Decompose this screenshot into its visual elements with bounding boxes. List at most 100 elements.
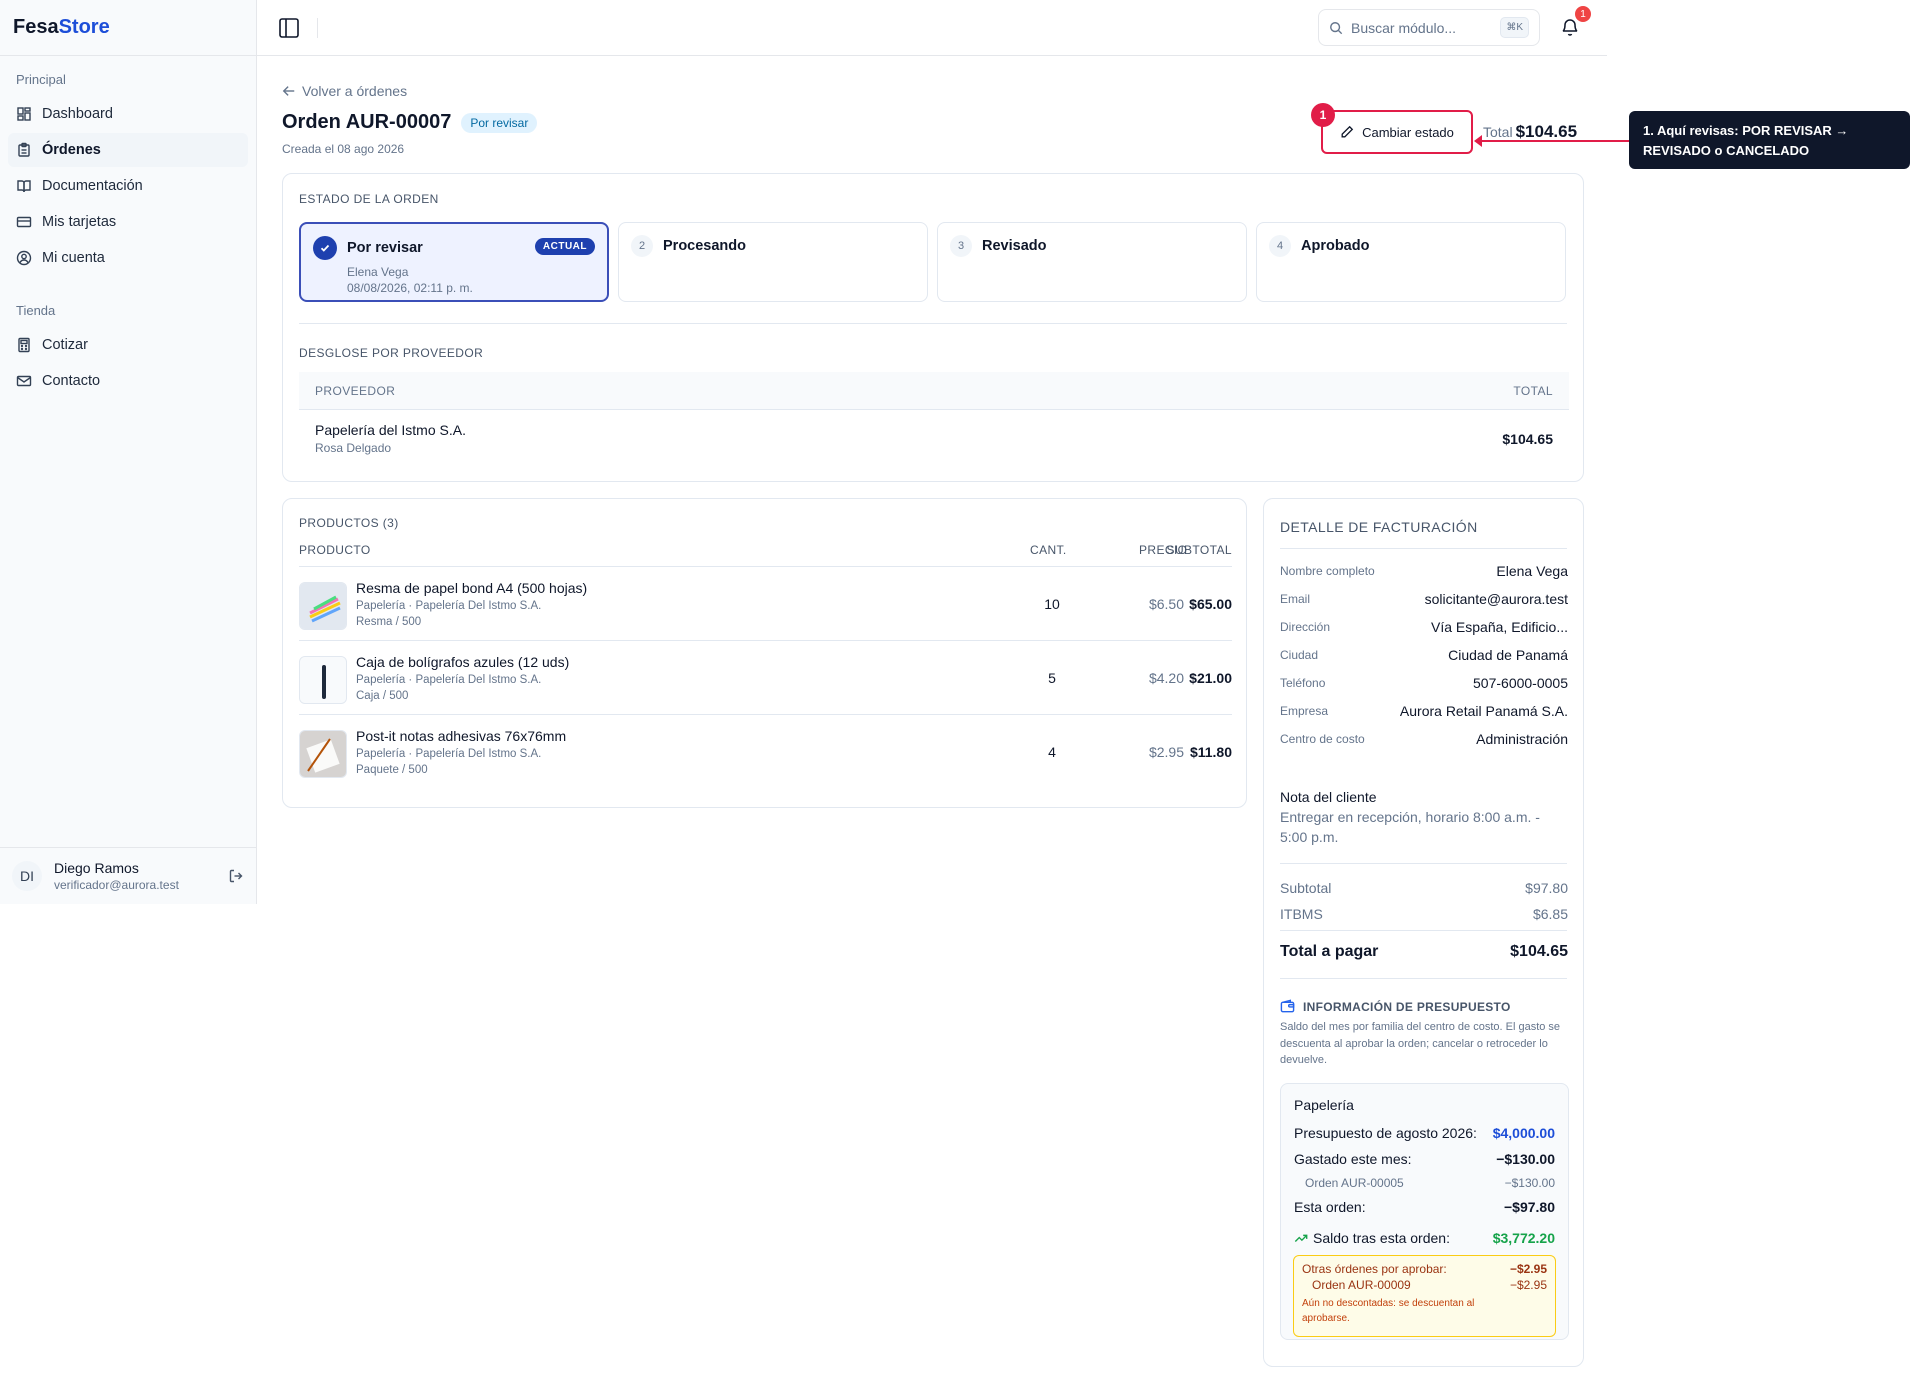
budget-title-text: INFORMACIÓN DE PRESUPUESTO (1303, 999, 1511, 1014)
field-value: 507-6000-0005 (1473, 675, 1568, 691)
callout-arrow-icon (1474, 135, 1482, 147)
column-header-subtotal: SUBTOTAL (1166, 543, 1232, 557)
this-order-label: Esta orden: (1294, 1199, 1366, 1215)
section-divider (1280, 548, 1567, 549)
provider-section-label: DESGLOSE POR PROVEEDOR (299, 346, 484, 360)
budget-spent-order-row: Orden AUR-00005 −$130.00 (1305, 1176, 1555, 1190)
status-steps: Por revisar ACTUAL Elena Vega 08/08/2026… (299, 222, 1566, 302)
sidebar-item-contacto[interactable]: Contacto (8, 364, 248, 398)
pending-row: Otras órdenes por aprobar: −$2.95 (1302, 1262, 1547, 1276)
section-divider (299, 323, 1567, 324)
avatar[interactable]: DI (12, 861, 42, 891)
search-input[interactable]: Buscar módulo... ⌘K (1318, 9, 1540, 46)
order-total: Total $104.65 (1483, 122, 1577, 142)
section-divider (1280, 978, 1567, 979)
status-step-revisado[interactable]: 3 Revisado (937, 222, 1247, 302)
product-subtotal: $65.00 (1189, 596, 1232, 612)
field-label: Nombre completo (1280, 564, 1375, 578)
billing-title: DETALLE DE FACTURACIÓN (1280, 519, 1478, 535)
products-section-label: PRODUCTOS (3) (299, 516, 399, 530)
product-price: $4.20 (1148, 670, 1184, 686)
toolbar-divider (317, 18, 318, 38)
check-icon (313, 236, 337, 260)
product-category: Papelería · Papelería Del Istmo S.A. (356, 674, 542, 686)
product-thumbnail (299, 582, 347, 630)
field-value: Aurora Retail Panamá S.A. (1399, 703, 1568, 719)
subtotal-label: Subtotal (1280, 880, 1332, 896)
section-divider (1280, 930, 1567, 931)
sidebar-item-documentacion[interactable]: Documentación (8, 169, 248, 203)
field-label: Teléfono (1280, 676, 1326, 690)
customer-note-title: Nota del cliente (1280, 789, 1377, 805)
section-divider (1280, 863, 1567, 864)
status-step-procesando[interactable]: 2 Procesando (618, 222, 928, 302)
sidebar-item-label: Mi cuenta (42, 250, 105, 266)
brand-logo[interactable]: Fesa Store (0, 0, 256, 56)
book-icon (17, 180, 31, 193)
pending-orders-warning: Otras órdenes por aprobar: −$2.95 Orden A… (1293, 1255, 1556, 1337)
order-total-label: Total (1483, 124, 1513, 140)
spent-order-value: −$130.00 (1504, 1176, 1555, 1190)
dashboard-icon (17, 107, 31, 121)
provider-name: Papelería del Istmo S.A. (315, 422, 466, 438)
subtotal-value: $97.80 (1525, 880, 1568, 896)
step-number: 2 (631, 235, 653, 257)
brand-name: Fesa (13, 16, 59, 38)
sidebar-item-label: Contacto (42, 373, 101, 389)
grand-total-value: $104.65 (1510, 943, 1568, 960)
sidebar-item-ordenes[interactable]: Órdenes (8, 133, 248, 167)
billing-field: Teléfono 507-6000-0005 (1280, 675, 1568, 691)
step-name: Procesando (663, 238, 746, 254)
product-qty: 4 (1048, 744, 1056, 760)
budget-total-row: Presupuesto de agosto 2026: $4,000.00 (1294, 1125, 1555, 1141)
change-status-button[interactable]: Cambiar estado (1321, 110, 1473, 154)
this-order-value: −$97.80 (1504, 1199, 1555, 1215)
products-card: PRODUCTOS (3) PRODUCTO CANT. PRECIO SUBT… (282, 498, 1247, 808)
sidebar-item-label: Cotizar (42, 337, 88, 353)
products-table-header: PRODUCTO CANT. PRECIO SUBTOTAL (299, 543, 1232, 567)
trending-up-icon (1294, 1234, 1308, 1242)
product-name[interactable]: Resma de papel bond A4 (500 hojas) (356, 580, 587, 596)
product-thumbnail (299, 656, 347, 704)
budget-spent-row: Gastado este mes: −$130.00 (1294, 1151, 1555, 1167)
notification-badge: 1 (1575, 6, 1591, 22)
status-step-aprobado[interactable]: 4 Aprobado (1256, 222, 1566, 302)
tax-label: ITBMS (1280, 906, 1323, 922)
billing-field: Email solicitante@aurora.test (1280, 591, 1568, 607)
product-unit: Resma / 500 (356, 616, 422, 629)
sidebar-toggle-icon[interactable] (278, 17, 300, 39)
current-step-badge: ACTUAL (534, 238, 595, 255)
product-category: Papelería · Papelería Del Istmo S.A. (356, 748, 542, 760)
product-qty: 10 (1044, 596, 1060, 612)
callout-connector (1478, 140, 1630, 142)
section-label-principal: Principal (16, 72, 66, 87)
change-status-label: Cambiar estado (1362, 124, 1454, 140)
back-link[interactable]: Volver a órdenes (282, 83, 407, 99)
sidebar-item-cotizar[interactable]: Cotizar (8, 328, 248, 362)
sidebar-item-label: Mis tarjetas (42, 214, 117, 230)
budget-label: Presupuesto de agosto 2026: (1294, 1125, 1477, 1141)
created-date: Creada el 08 ago 2026 (282, 142, 405, 156)
field-label: Ciudad (1280, 648, 1319, 662)
order-total-value: $104.65 (1515, 122, 1578, 141)
status-step-por-revisar[interactable]: Por revisar ACTUAL Elena Vega 08/08/2026… (299, 222, 609, 302)
pending-order-row: Orden AUR-00009 −$2.95 (1312, 1278, 1547, 1292)
mail-icon (16, 375, 32, 387)
table-row: Papelería del Istmo S.A. Rosa Delgado $1… (299, 410, 1569, 467)
product-name[interactable]: Post-it notas adhesivas 76x76mm (356, 728, 566, 744)
sidebar-item-dashboard[interactable]: Dashboard (8, 97, 248, 131)
column-header-total: TOTAL (1513, 383, 1553, 398)
sidebar-item-label: Dashboard (42, 106, 113, 122)
balance-label: Saldo tras esta orden: (1313, 1230, 1450, 1246)
product-name[interactable]: Caja de bolígrafos azules (12 uds) (356, 654, 569, 670)
sidebar-item-mi-cuenta[interactable]: Mi cuenta (8, 241, 248, 275)
budget-family-name: Papelería (1294, 1097, 1354, 1113)
product-price: $6.50 (1148, 596, 1184, 612)
sidebar-item-mis-tarjetas[interactable]: Mis tarjetas (8, 205, 248, 239)
clipboard-icon (18, 142, 30, 157)
logout-icon[interactable] (228, 868, 244, 884)
tax-row: ITBMS $6.85 (1280, 906, 1568, 922)
column-header-product: PRODUCTO (299, 543, 371, 557)
pending-value: −$2.95 (1509, 1262, 1547, 1276)
search-icon (1330, 21, 1343, 34)
